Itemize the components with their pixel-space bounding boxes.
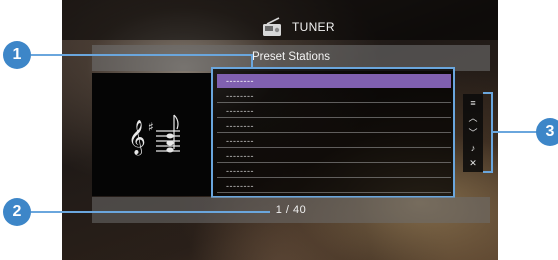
- music-notes-icon: 𝄞 ♯: [128, 114, 180, 156]
- list-title: Preset Stations: [252, 51, 330, 63]
- operation-menu: ≡ ︿ ﹀ ♪ ✕: [463, 94, 483, 172]
- callout-2: 2: [3, 198, 31, 226]
- callout-3: 3: [536, 118, 558, 146]
- preset-row[interactable]: --------: [217, 134, 451, 148]
- preset-row[interactable]: --------: [217, 119, 451, 133]
- source-title: TUNER: [292, 20, 335, 34]
- callout-1-leader-drop: [251, 54, 253, 69]
- preset-row[interactable]: --------: [217, 179, 451, 193]
- callout-1-leader: [31, 54, 253, 56]
- page-indicator: 1 / 40: [275, 204, 307, 216]
- callout-2-leader: [31, 211, 270, 213]
- page-down-icon[interactable]: ﹀: [463, 126, 483, 140]
- callout-3-bracket: [483, 92, 493, 173]
- now-playing-icon[interactable]: ♪: [463, 141, 483, 155]
- menu-icon[interactable]: ≡: [463, 96, 483, 110]
- callout-1: 1: [3, 41, 31, 69]
- callout-3-leader: [493, 131, 539, 133]
- footer-bar: 1 / 40: [92, 197, 490, 223]
- preset-row[interactable]: --------: [217, 74, 451, 88]
- page-up-icon[interactable]: ︿: [463, 111, 483, 125]
- preset-row[interactable]: --------: [217, 104, 451, 118]
- preset-list: -------- -------- -------- -------- ----…: [211, 67, 455, 198]
- preset-row[interactable]: --------: [217, 89, 451, 103]
- close-icon[interactable]: ✕: [463, 156, 483, 170]
- svg-text:♯: ♯: [148, 120, 154, 134]
- svg-text:𝄞: 𝄞: [128, 120, 146, 156]
- preset-row[interactable]: --------: [217, 149, 451, 163]
- preset-row[interactable]: --------: [217, 164, 451, 178]
- radio-tuner-icon: [263, 17, 281, 36]
- album-art-panel: 𝄞 ♯: [92, 73, 211, 196]
